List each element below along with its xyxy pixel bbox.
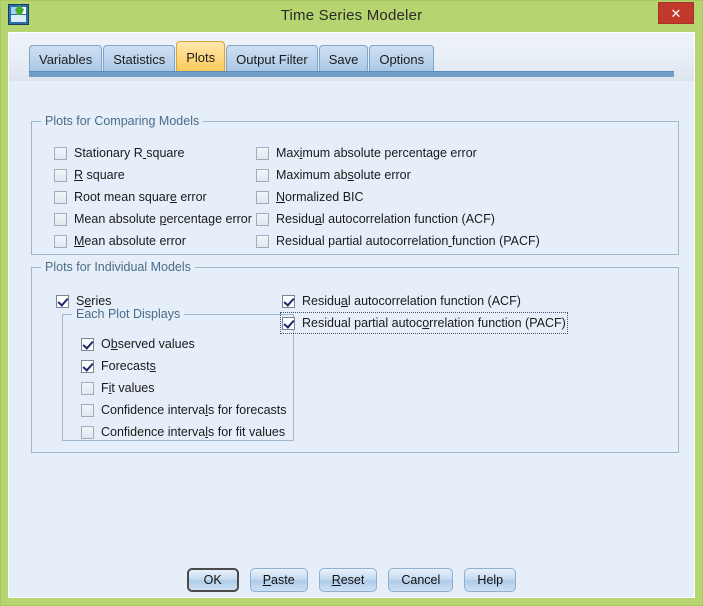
checkbox-confidence-intervals-for-forecasts[interactable]: Confidence intervals for forecasts	[81, 401, 287, 419]
checkbox-icon[interactable]	[256, 190, 269, 204]
checkbox-label: Residual autocorrelation function (ACF)	[302, 294, 521, 308]
checkbox-residual-autocorrelation-function-acf[interactable]: Residual autocorrelation function (ACF)	[256, 210, 495, 228]
checkbox-maximum-absolute-percentage-error[interactable]: Maximum absolute percentage error	[256, 144, 477, 162]
checkbox-residual-autocorrelation-function-acf[interactable]: Residual autocorrelation function (ACF)	[282, 292, 521, 310]
checkbox-label: R square	[74, 168, 125, 182]
dialog-button-bar: OK Paste Reset Cancel Help	[9, 561, 694, 599]
checkbox-label: Confidence intervals for forecasts	[101, 403, 287, 417]
tab-statistics[interactable]: Statistics	[103, 45, 176, 73]
tab-underline	[29, 71, 674, 77]
checkbox-label: Fit values	[101, 381, 155, 395]
checkbox-label: Root mean square error	[74, 190, 207, 204]
dialog-window: Time Series Modeler ✕ Variables Statistic…	[0, 0, 703, 606]
title-bar: Time Series Modeler ✕	[0, 0, 703, 32]
checkbox-icon[interactable]	[282, 294, 295, 308]
paste-button[interactable]: Paste	[249, 568, 308, 592]
checkbox-icon[interactable]	[282, 316, 295, 330]
checkbox-icon[interactable]	[81, 381, 94, 395]
checkbox-label: Residual autocorrelation function (ACF)	[276, 212, 495, 226]
tab-save[interactable]: Save	[318, 45, 369, 73]
group-title-comparing-models: Plots for Comparing Models	[41, 114, 204, 128]
close-icon[interactable]: ✕	[658, 2, 694, 24]
checkbox-label: Mean absolute percentage error	[74, 212, 252, 226]
checkbox-icon[interactable]	[54, 146, 67, 160]
group-plots-for-comparing-models: Plots for Comparing Models Stationary R …	[31, 114, 679, 255]
tab-list: Variables Statistics Plots Output Filter Sav…	[29, 41, 435, 73]
checkbox-observed-values[interactable]: Observed values	[81, 335, 195, 353]
group-each-plot-displays: Each Plot Displays Observed values Foreca…	[62, 307, 294, 441]
tab-output-filter[interactable]: Output Filter	[226, 45, 318, 73]
cancel-button[interactable]: Cancel	[388, 568, 454, 592]
checkbox-fit-values[interactable]: Fit values	[81, 379, 155, 397]
checkbox-label: Mean absolute error	[74, 234, 186, 248]
checkbox-forecasts[interactable]: Forecasts	[81, 357, 156, 375]
checkbox-icon[interactable]	[256, 146, 269, 160]
checkbox-label: Normalized BIC	[276, 190, 364, 204]
checkbox-label: Confidence intervals for fit values	[101, 425, 286, 439]
checkbox-label: Residual partial autocorrelation functio…	[276, 234, 540, 248]
checkbox-icon[interactable]	[54, 234, 67, 248]
checkbox-icon[interactable]	[256, 234, 269, 248]
checkbox-icon[interactable]	[256, 168, 269, 182]
tab-strip: Variables Statistics Plots Output Filter Sav…	[9, 33, 694, 81]
checkbox-root-mean-square-error[interactable]: Root mean square error	[54, 188, 207, 206]
checkbox-icon[interactable]	[81, 403, 94, 417]
checkbox-icon[interactable]	[81, 337, 94, 351]
checkbox-residual-partial-autocorrelation-function-pacf[interactable]: Residual partial autocorrelation functio…	[256, 232, 540, 250]
checkbox-icon[interactable]	[81, 425, 94, 439]
checkbox-icon[interactable]	[56, 294, 69, 308]
checkbox-residual-partial-autocorrelation-function-pacf[interactable]: Residual partial autocorrelation functio…	[280, 312, 568, 334]
checkbox-icon[interactable]	[81, 359, 94, 373]
checkbox-label: Observed values	[101, 337, 195, 351]
checkbox-confidence-intervals-for-fit-values[interactable]: Confidence intervals for fit values	[81, 423, 285, 441]
checkbox-label: Stationary R square	[74, 146, 185, 160]
checkbox-mean-absolute-percentage-error[interactable]: Mean absolute percentage error	[54, 210, 252, 228]
tab-variables[interactable]: Variables	[29, 45, 103, 73]
dialog-client-area: Variables Statistics Plots Output Filter Sav…	[8, 32, 695, 598]
checkbox-normalized-bic[interactable]: Normalized BIC	[256, 188, 364, 206]
group-title-individual-models: Plots for Individual Models	[41, 260, 195, 274]
reset-button[interactable]: Reset	[318, 568, 378, 592]
checkbox-icon[interactable]	[54, 168, 67, 182]
ok-button[interactable]: OK	[186, 568, 239, 592]
checkbox-mean-absolute-error[interactable]: Mean absolute error	[54, 232, 186, 250]
tab-options[interactable]: Options	[369, 45, 435, 73]
checkbox-label: Maximum absolute percentage error	[276, 146, 477, 160]
checkbox-icon[interactable]	[54, 212, 67, 226]
checkbox-r-square[interactable]: R square	[54, 166, 125, 184]
checkbox-stationary-r-square[interactable]: Stationary R square	[54, 144, 185, 162]
checkbox-icon[interactable]	[54, 190, 67, 204]
tab-plots[interactable]: Plots	[176, 41, 226, 73]
checkbox-label: Forecasts	[101, 359, 156, 373]
window-title: Time Series Modeler	[280, 7, 423, 24]
checkbox-label: Residual partial autocorrelation functio…	[302, 316, 566, 330]
group-title-each-plot-displays: Each Plot Displays	[72, 307, 185, 321]
checkbox-label: Maximum absolute error	[276, 168, 411, 182]
checkbox-icon[interactable]	[256, 212, 269, 226]
help-button[interactable]: Help	[464, 568, 517, 592]
checkbox-maximum-absolute-error[interactable]: Maximum absolute error	[256, 166, 411, 184]
group-plots-for-individual-models: Plots for Individual Models Series Each …	[31, 260, 679, 453]
